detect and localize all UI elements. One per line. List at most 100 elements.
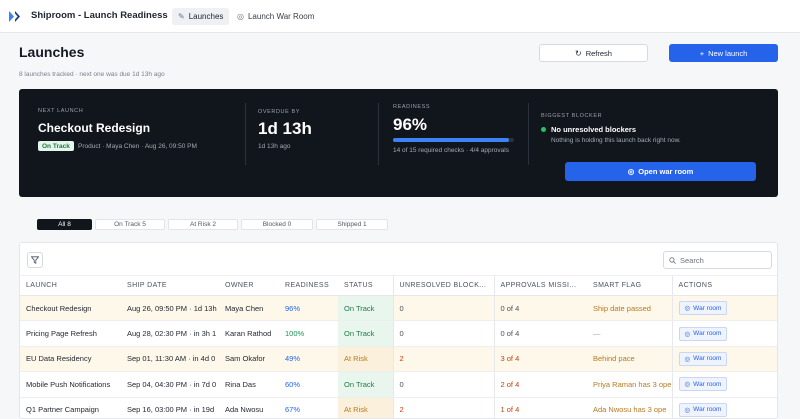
nav-tab-label: Launch War Room bbox=[247, 12, 315, 21]
status: On Track bbox=[338, 371, 393, 398]
owner: Maya Chen bbox=[219, 295, 279, 322]
next-launch-label: NEXT LAUNCH bbox=[38, 108, 84, 114]
readiness-progress-fill bbox=[393, 138, 510, 142]
smart-flag: — bbox=[587, 320, 672, 347]
column-header[interactable]: SMART FLAG bbox=[587, 275, 672, 296]
status: On Track bbox=[338, 295, 393, 322]
status: On Track bbox=[338, 320, 393, 347]
filter-tab-at-risk[interactable]: At Risk 2 bbox=[168, 219, 238, 230]
approvals-missing: 1 of 4 bbox=[493, 397, 587, 418]
war-room-button[interactable]: ◎ War room bbox=[678, 402, 728, 417]
ship-date: Aug 26, 09:50 PM · 1d 13h bbox=[121, 295, 219, 322]
column-header[interactable]: APPROVALS MISSI... bbox=[493, 275, 587, 296]
smart-flag: Ada Nwosu has 3 ope bbox=[587, 397, 672, 418]
unresolved-blockers: 0 bbox=[392, 320, 494, 347]
column-header[interactable]: SHIP DATE bbox=[121, 275, 219, 296]
refresh-button[interactable]: ↻ Refresh bbox=[539, 44, 648, 62]
readiness: 96% bbox=[279, 295, 338, 322]
readiness: 49% bbox=[279, 346, 338, 373]
table-row[interactable]: Mobile Push Notifications Sep 04, 04:30 … bbox=[20, 371, 777, 398]
readiness: 67% bbox=[279, 397, 338, 418]
owner: Karan Rathod bbox=[219, 320, 279, 347]
open-war-room-label: Open war room bbox=[638, 167, 694, 176]
launch-name: Checkout Redesign bbox=[20, 295, 121, 322]
war-room-label: War room bbox=[693, 406, 722, 414]
divider bbox=[378, 103, 379, 165]
nav-tab-label: Launches bbox=[188, 12, 224, 21]
page-subtitle: 8 launches tracked · next one was due 1d… bbox=[19, 71, 165, 78]
unresolved-blockers: 0 bbox=[392, 371, 494, 398]
divider bbox=[528, 103, 529, 165]
column-header[interactable]: STATUS bbox=[338, 275, 393, 296]
owner: Sam Okafor bbox=[219, 346, 279, 373]
table-row[interactable]: Pricing Page Refresh Aug 28, 02:30 PM · … bbox=[20, 320, 777, 347]
readiness: 60% bbox=[279, 371, 338, 398]
column-header[interactable]: LAUNCH bbox=[20, 275, 121, 296]
filter-tab-on-track[interactable]: On Track 5 bbox=[95, 219, 165, 230]
ship-date: Aug 28, 02:30 PM · in 3h 1 bbox=[121, 320, 219, 347]
unresolved-blockers: 2 bbox=[392, 346, 494, 373]
actions-cell: ◎ War room bbox=[671, 397, 777, 418]
target-icon: ◎ bbox=[684, 381, 691, 389]
blocker-label: BIGGEST BLOCKER bbox=[541, 113, 603, 119]
column-header[interactable]: OWNER bbox=[219, 275, 279, 296]
smart-flag: Ship date passed bbox=[587, 295, 672, 322]
search-icon bbox=[669, 256, 676, 264]
approvals-missing: 3 of 4 bbox=[493, 346, 587, 373]
target-icon: ◎ bbox=[237, 12, 244, 21]
top-bar: Shiproom - Launch Readiness ✎ Launches ◎… bbox=[0, 0, 800, 33]
overdue-label: OVERDUE BY bbox=[258, 109, 301, 115]
launches-table: LAUNCH SHIP DATE OWNER READINESS STATUS … bbox=[20, 275, 777, 418]
table-row[interactable]: EU Data Residency Sep 01, 11:30 AM · in … bbox=[20, 346, 777, 373]
table-row[interactable]: Checkout Redesign Aug 26, 09:50 PM · 1d … bbox=[20, 295, 777, 322]
column-header[interactable]: READINESS bbox=[279, 275, 338, 296]
refresh-label: Refresh bbox=[585, 48, 612, 58]
overdue-sub: 1d 13h ago bbox=[258, 143, 291, 150]
status-badge: On Track bbox=[38, 141, 74, 151]
filter-tab-blocked[interactable]: Blocked 0 bbox=[241, 219, 313, 230]
readiness: 100% bbox=[279, 320, 338, 347]
owner: Ada Nwosu bbox=[219, 397, 279, 418]
filter-icon bbox=[31, 256, 39, 264]
search-box[interactable] bbox=[663, 251, 772, 269]
ship-date: Sep 04, 04:30 PM · in 7d 0 bbox=[121, 371, 219, 398]
plus-icon: + bbox=[699, 48, 705, 58]
table-row[interactable]: Q1 Partner Campaign Sep 16, 03:00 PM · i… bbox=[20, 397, 777, 418]
readiness-label: READINESS bbox=[393, 104, 431, 110]
refresh-icon: ↻ bbox=[575, 48, 582, 58]
nav-tab-war-room[interactable]: ◎ Launch War Room bbox=[231, 8, 320, 25]
launch-name: Pricing Page Refresh bbox=[20, 320, 121, 347]
page-title: Launches bbox=[19, 44, 85, 60]
target-icon: ◎ bbox=[627, 167, 635, 176]
search-input[interactable] bbox=[680, 255, 765, 265]
filter-tab-all[interactable]: All 8 bbox=[37, 219, 92, 230]
war-room-label: War room bbox=[693, 304, 722, 312]
filter-button[interactable] bbox=[27, 252, 43, 268]
nav-tab-launches[interactable]: ✎ Launches bbox=[172, 8, 230, 25]
war-room-button[interactable]: ◎ War room bbox=[678, 326, 728, 341]
ship-date: Sep 01, 11:30 AM · in 4d 0 bbox=[121, 346, 219, 373]
war-room-button[interactable]: ◎ War room bbox=[678, 377, 728, 392]
launch-name: Q1 Partner Campaign bbox=[20, 397, 121, 418]
column-header[interactable]: ACTIONS bbox=[671, 275, 777, 296]
war-room-button[interactable]: ◎ War room bbox=[678, 301, 728, 316]
war-room-button[interactable]: ◎ War room bbox=[678, 351, 728, 366]
readiness-progress-bar bbox=[393, 138, 514, 142]
new-launch-button[interactable]: + New launch bbox=[669, 44, 778, 62]
unresolved-blockers: 2 bbox=[392, 397, 494, 418]
unresolved-blockers: 0 bbox=[392, 295, 494, 322]
ship-date: Sep 16, 03:00 PM · in 19d bbox=[121, 397, 219, 418]
rocket-icon: ✎ bbox=[178, 12, 185, 21]
next-launch-name: Checkout Redesign bbox=[38, 121, 151, 135]
overdue-value: 1d 13h bbox=[258, 119, 312, 138]
actions-cell: ◎ War room bbox=[671, 346, 777, 373]
status-dot bbox=[541, 127, 546, 132]
smart-flag: Priya Raman has 3 ope bbox=[587, 371, 672, 398]
new-launch-label: New launch bbox=[708, 48, 748, 58]
column-header[interactable]: UNRESOLVED BLOCK... bbox=[392, 275, 494, 296]
readiness-sub: 14 of 15 required checks · 4/4 approvals bbox=[393, 147, 509, 154]
next-launch-meta: Product · Maya Chen · Aug 26, 09:50 PM bbox=[78, 143, 197, 150]
filter-tab-shipped[interactable]: Shipped 1 bbox=[316, 219, 388, 230]
open-war-room-button[interactable]: ◎ Open war room bbox=[565, 162, 756, 181]
launch-name: EU Data Residency bbox=[20, 346, 121, 373]
